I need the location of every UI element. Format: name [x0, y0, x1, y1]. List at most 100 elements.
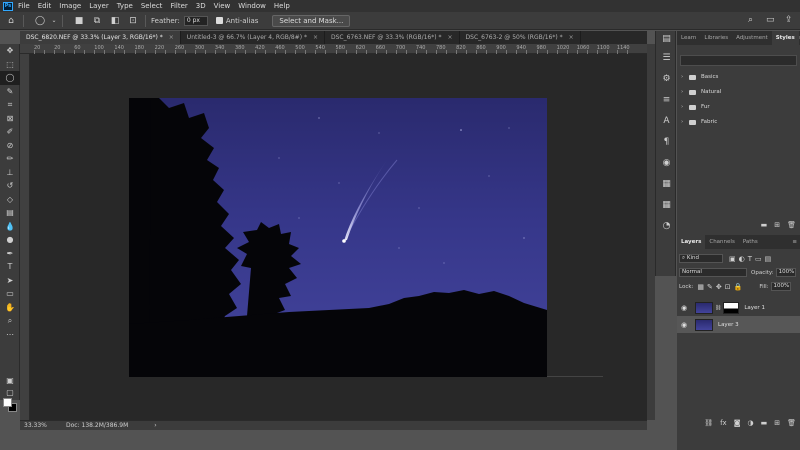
delete-icon[interactable]: 🗑 [787, 419, 796, 427]
dodge-tool-icon[interactable]: ● [0, 233, 20, 247]
menu-select[interactable]: Select [141, 2, 163, 10]
frame-tool-icon[interactable]: ⊠ [0, 112, 20, 126]
new-style-icon[interactable]: ⊞ [774, 221, 780, 229]
menu-image[interactable]: Image [59, 2, 81, 10]
menu-layer[interactable]: Layer [89, 2, 109, 10]
feather-input[interactable]: 0 px [183, 15, 208, 26]
camera-icon[interactable]: ◉ [656, 152, 677, 173]
clone-stamp-tool-icon[interactable]: ⊥ [0, 166, 20, 180]
style-folder-natural[interactable]: › Natural [681, 86, 721, 98]
styles-search-field[interactable] [680, 55, 797, 66]
swatches-icon[interactable]: ▦ [656, 194, 677, 215]
zoom-tool-icon[interactable]: ⌕ [0, 314, 20, 328]
gradient-panel-icon[interactable]: ▦ [656, 173, 677, 194]
lock-icons[interactable]: ▦✎✥⊡🔒 [697, 283, 745, 291]
chevron-right-icon[interactable]: › [681, 104, 689, 110]
tab-styles[interactable]: Styles [771, 31, 799, 45]
antialias-checkbox[interactable] [215, 17, 223, 24]
add-mask-icon[interactable]: ◙ [734, 419, 741, 427]
filter-type-icons[interactable]: ▣◐T▭▤ [729, 255, 774, 263]
vertical-scrollbar[interactable] [647, 44, 655, 420]
menu-window[interactable]: Window [238, 2, 266, 10]
select-and-mask-button[interactable]: Select and Mask... [272, 14, 351, 27]
blur-tool-icon[interactable]: 💧 [0, 220, 20, 234]
rectangle-tool-icon[interactable]: ▭ [0, 287, 20, 301]
layer-mask-thumbnail[interactable] [723, 301, 740, 314]
marquee-tool-icon[interactable]: ⬚ [0, 58, 20, 72]
history-icon[interactable]: ▤ [656, 31, 677, 47]
chevron-down-icon[interactable]: ⌄ [51, 14, 57, 28]
history-brush-tool-icon[interactable]: ↺ [0, 179, 20, 193]
paragraph-icon[interactable]: ¶ [656, 131, 677, 152]
style-folder-fur[interactable]: › Fur [681, 101, 710, 113]
tab-channels[interactable]: Channels [705, 235, 738, 249]
sliders-icon[interactable]: ≡ [656, 89, 677, 110]
menu-file[interactable]: File [18, 2, 30, 10]
layer-name[interactable]: Layer 3 [718, 322, 739, 328]
tab-layers[interactable]: Layers [677, 235, 706, 249]
type-tool-icon[interactable]: T [0, 260, 20, 274]
home-icon[interactable]: ⌂ [4, 14, 18, 28]
more-tools-icon[interactable]: ⋯ [0, 328, 20, 342]
chevron-right-icon[interactable]: › [681, 89, 689, 95]
new-group-icon[interactable]: ▬ [761, 419, 768, 427]
adjustment-layer-icon[interactable]: ◑ [748, 419, 754, 427]
blend-mode-select[interactable]: Normal [679, 268, 747, 277]
style-folder-fabric[interactable]: › Fabric [681, 116, 717, 128]
fx-icon[interactable]: fx [720, 419, 727, 427]
search-icon[interactable]: ⌕ [748, 15, 753, 25]
zoom-level[interactable]: 33.33% [20, 422, 54, 429]
tab-untitled-3[interactable]: Untitled-3 @ 66.7% (Layer 4, RGB/8#) * × [181, 31, 325, 44]
navigator-icon[interactable]: ◔ [656, 215, 677, 236]
properties-icon[interactable]: ☰ [656, 47, 677, 68]
pen-tool-icon[interactable]: ✒ [0, 247, 20, 261]
path-select-tool-icon[interactable]: ➤ [0, 274, 20, 288]
new-layer-icon[interactable]: ⊞ [774, 419, 780, 427]
menu-view[interactable]: View [214, 2, 231, 10]
menu-help[interactable]: Help [274, 2, 290, 10]
link-layers-icon[interactable]: ⛓ [704, 419, 713, 427]
tab-dsc-6763[interactable]: DSC_6763.NEF @ 33.3% (RGB/16*) * × [325, 31, 460, 44]
move-tool-icon[interactable]: ✥ [0, 44, 20, 58]
healing-brush-tool-icon[interactable]: ⊘ [0, 139, 20, 153]
opacity-input[interactable]: 100% [775, 268, 796, 277]
menu-filter[interactable]: Filter [170, 2, 187, 10]
eye-icon[interactable]: ◉ [677, 304, 691, 312]
hand-tool-icon[interactable]: ✋ [0, 301, 20, 315]
adjustments-icon[interactable]: ⚙ [656, 68, 677, 89]
intersect-selection-icon[interactable]: ⊡ [126, 14, 140, 28]
menu-3d[interactable]: 3D [196, 2, 206, 10]
tab-learn[interactable]: Learn [677, 31, 700, 45]
chevron-right-icon[interactable]: › [681, 119, 689, 125]
workspace-icon[interactable]: ▭ [766, 15, 775, 25]
menu-type[interactable]: Type [117, 2, 133, 10]
share-icon[interactable]: ⇪ [785, 15, 793, 25]
layer-row-layer-1[interactable]: ◉ ⛓ Layer 1 [677, 299, 800, 316]
eye-icon[interactable]: ◉ [677, 321, 691, 329]
character-icon[interactable]: A [656, 110, 677, 131]
tab-dsc-6820[interactable]: DSC_6820.NEF @ 33.3% (Layer 3, RGB/16*) … [20, 31, 181, 44]
menu-edit[interactable]: Edit [38, 2, 52, 10]
brush-tool-icon[interactable]: ✏ [0, 152, 20, 166]
filter-kind-select[interactable]: ⌕ Kind [679, 254, 723, 263]
delete-icon[interactable]: 🗑 [787, 221, 796, 229]
night-sky-comet-photo[interactable] [129, 98, 547, 377]
panel-menu-icon[interactable]: ≡ [792, 235, 800, 249]
tab-libraries[interactable]: Libraries [700, 31, 732, 45]
new-group-icon[interactable]: ▬ [761, 221, 768, 229]
link-icon[interactable]: ⛓ [715, 305, 721, 311]
eyedropper-tool-icon[interactable]: ✐ [0, 125, 20, 139]
crop-tool-icon[interactable]: ⌗ [0, 98, 20, 112]
screen-mode-icon[interactable]: ▢ [0, 386, 20, 400]
close-icon[interactable]: × [569, 34, 574, 41]
chevron-right-icon[interactable]: › [681, 74, 689, 80]
tab-dsc-6763-2[interactable]: DSC_6763-2 @ 50% (RGB/16*) * × [460, 31, 581, 44]
gradient-tool-icon[interactable]: ▤ [0, 206, 20, 220]
tab-paths[interactable]: Paths [739, 235, 762, 249]
eraser-tool-icon[interactable]: ◇ [0, 193, 20, 207]
lasso-tool-preset-icon[interactable]: ◯ [33, 14, 47, 28]
layer-name[interactable]: Layer 1 [744, 305, 765, 311]
new-selection-icon[interactable]: ■ [72, 14, 86, 28]
lasso-tool-icon[interactable]: ◯ [0, 71, 20, 85]
quick-select-tool-icon[interactable]: ✎ [0, 85, 20, 99]
